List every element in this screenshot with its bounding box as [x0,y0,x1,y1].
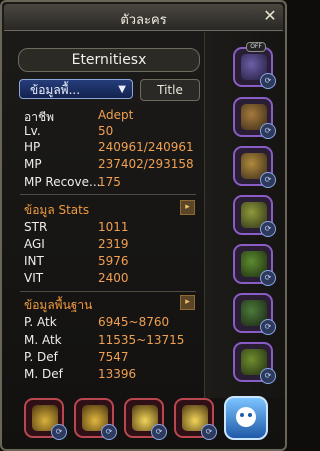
character-name: Eternitiesx [18,48,200,72]
stat-value: 13396 [98,367,137,381]
sync-icon[interactable]: ⟳ [151,424,167,440]
stat-value: 7547 [98,350,129,364]
accessory-slot-ring-1[interactable]: ⟳ [124,398,167,440]
stat-label: P. Atk [24,315,57,329]
equip-slot-boots[interactable]: ⟳ [233,244,276,286]
equip-slot-head[interactable]: OFF ⟳ [233,42,276,89]
sync-icon[interactable]: ⟳ [260,368,276,384]
stat-value: 175 [98,175,121,189]
stat-label: Lv. [24,124,41,138]
expand-basic-icon[interactable]: ▸ [180,295,195,310]
stat-label: INT [24,254,44,268]
equip-slot-weapon[interactable]: ⟳ [233,293,276,335]
tab-info-dropdown[interactable]: ข้อมูลพื้... ▼ [19,79,133,99]
sync-icon[interactable]: ⟳ [260,172,276,188]
equip-slot-offhand[interactable]: ⟳ [233,342,276,384]
mask-icon [236,407,256,427]
window-title: ตัวละคร [120,13,167,28]
sync-icon[interactable]: ⟳ [201,424,217,440]
stat-label: MP Recove... [24,175,101,189]
stat-value: 11535~13715 [98,333,185,347]
tab-title-button[interactable]: Title [140,79,200,101]
stat-label: MP [24,157,42,171]
stat-value: 237402/293158 [98,157,194,171]
stat-value: 5976 [98,254,129,268]
section-basic-label: ข้อมูลพื้นฐาน [24,298,93,312]
stat-label: STR [24,220,48,234]
divider [20,194,196,195]
stat-value: Adept [98,108,134,122]
close-icon[interactable]: ✕ [261,7,279,25]
title-bar: ตัวละคร ✕ [4,4,283,31]
divider [20,291,196,292]
sync-icon[interactable]: ⟳ [51,424,67,440]
stat-value: 6945~8760 [98,315,170,329]
stat-label: M. Def [24,367,63,381]
stat-label: HP [24,140,41,154]
stat-label: M. Atk [24,333,62,347]
equip-slot-chest[interactable]: ⟳ [233,97,276,139]
stat-label: AGI [24,237,45,251]
accessory-slot-ring-2[interactable]: ⟳ [174,398,217,440]
equip-slot-gloves[interactable]: ⟳ [233,195,276,237]
sync-icon[interactable]: ⟳ [260,73,276,89]
chevron-down-icon: ▼ [118,84,126,95]
stat-value: 240961/240961 [98,140,194,154]
stat-value: 50 [98,124,114,138]
stat-value: 2319 [98,237,129,251]
section-stats-label: ข้อมูล Stats [24,203,90,217]
stat-value: 1011 [98,220,129,234]
appearance-button[interactable] [224,396,268,440]
sync-icon[interactable]: ⟳ [260,123,276,139]
sync-icon[interactable]: ⟳ [260,270,276,286]
expand-stats-icon[interactable]: ▸ [180,200,195,215]
sync-icon[interactable]: ⟳ [260,221,276,237]
accessory-slot-earring[interactable]: ⟳ [74,398,117,440]
sync-icon[interactable]: ⟳ [260,319,276,335]
stat-label: VIT [24,271,44,285]
stat-value: 2400 [98,271,129,285]
character-window: ตัวละคร ✕ Eternitiesx ข้อมูลพื้... ▼ Tit… [0,0,287,451]
sync-icon[interactable]: ⟳ [101,424,117,440]
equip-slot-legs[interactable]: ⟳ [233,146,276,188]
stat-label: P. Def [24,350,58,364]
equipment-column: OFF ⟳ ⟳ ⟳ ⟳ ⟳ ⟳ ⟳ [204,32,285,398]
accessory-slot-necklace[interactable]: ⟳ [24,398,67,440]
off-badge: OFF [246,42,266,52]
tab-info-label: ข้อมูลพื้... [30,83,81,97]
